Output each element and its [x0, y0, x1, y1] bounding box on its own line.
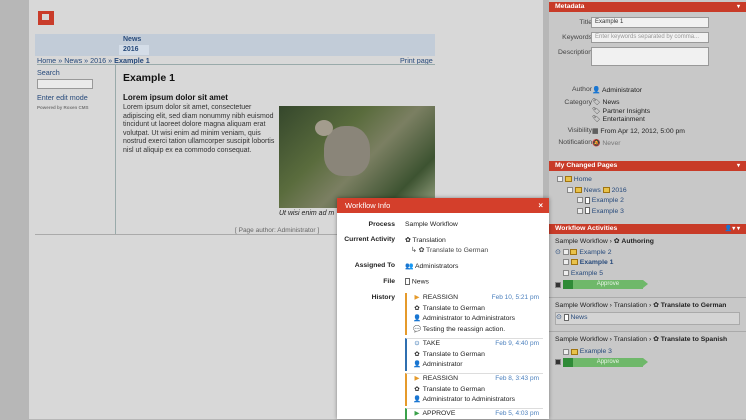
file-icon	[405, 278, 410, 285]
nav-tab-2016[interactable]: 2016	[119, 45, 149, 55]
history-entry: Feb 5, 4:03 pm ▶ APPROVE	[405, 408, 543, 420]
description-textarea[interactable]	[591, 47, 709, 66]
play-icon: ▶	[414, 294, 420, 301]
search-label: Search	[37, 68, 60, 77]
close-icon[interactable]: ×	[538, 198, 543, 213]
author-value: 👤 Administrator	[592, 87, 643, 94]
history-entry: Feb 9, 4:40 pm ⊙ TAKE ✿ Translate to Ger…	[405, 338, 543, 371]
metadata-header[interactable]: Metadata ▾	[549, 2, 746, 12]
workflow-activities-header[interactable]: Workflow Activities 👤▾ ▾	[549, 224, 746, 234]
approve-row-1: Approve	[555, 280, 740, 291]
workflow-info-dialog: Workflow Info × Process Sample Workflow Cu…	[337, 198, 549, 420]
site-logo[interactable]	[38, 11, 54, 25]
tree-item-home[interactable]: Home	[557, 175, 746, 186]
workflow-item-news[interactable]: ⊙ News	[555, 312, 740, 325]
folder-icon	[564, 176, 572, 183]
divider	[37, 64, 435, 65]
left-column: Search Enter edit mode Powered by Roxen …	[37, 68, 115, 110]
body-text: Lorem ipsum dolor sit amet, consectetuer…	[123, 104, 275, 154]
approve-row-2: Approve	[555, 357, 740, 369]
column-divider	[115, 64, 116, 234]
keywords-input[interactable]: Enter keywords separated by comma...	[591, 32, 709, 43]
powered-by: Powered by Roxen CMS	[37, 105, 89, 110]
page-author: [ Page author: Administrator ]	[235, 227, 320, 234]
approve-button[interactable]: Approve	[572, 280, 648, 289]
comment-icon: 💬	[413, 325, 422, 333]
changed-pages-header[interactable]: My Changed Pages ▾	[549, 161, 746, 171]
history-entry: Feb 8, 3:43 pm ▶ REASSIGN ✿ Translate to…	[405, 373, 543, 406]
changed-pages-tree: Home News 2016 Example 2 Example 3	[549, 171, 746, 217]
visibility-value: ▦ From Apr 12, 2012, 5:00 pm	[592, 128, 685, 135]
bell-off-icon: 🔕	[592, 140, 601, 147]
workflow-group-authoring: Sample Workflow › ✿ Authoring	[555, 238, 654, 245]
image-caption: Ut wisi enim ad m	[279, 210, 335, 217]
collapse-icon[interactable]: ▾	[737, 2, 740, 12]
tag-icon: 🏷 News	[592, 99, 620, 106]
document-icon	[584, 196, 590, 204]
page-title: Example 1	[123, 72, 175, 84]
approve-dropdown[interactable]	[562, 280, 573, 289]
workflow-item-example1[interactable]: Example 1	[555, 258, 740, 269]
category-list: 🏷 News 🏷 Partner Insights 🏷 Entertainmen…	[592, 99, 651, 123]
page-subtitle: Lorem ipsum dolor sit amet	[123, 93, 228, 102]
edit-mode-link[interactable]: Enter edit mode	[37, 93, 115, 102]
tree-item-news[interactable]: News 2016	[557, 186, 746, 197]
users-icon: 👥	[405, 263, 414, 270]
workflow-group-german: Sample Workflow › Translation › ✿ Transl…	[549, 296, 746, 312]
title-input[interactable]: Example 1	[591, 17, 709, 28]
navbar: News 2016	[35, 34, 435, 56]
koala-ear	[315, 120, 333, 136]
tree-item-example2[interactable]: Example 2	[557, 196, 746, 207]
notification-value: 🔕 Never	[592, 140, 621, 147]
workflow-group-spanish: Sample Workflow › Translation › ✿ Transl…	[549, 330, 746, 346]
koala-image	[279, 106, 435, 208]
history-entry: Feb 10, 5:21 pm ▶ REASSIGN ✿ Translate t…	[405, 293, 543, 335]
tree-item-example3[interactable]: Example 3	[557, 207, 746, 218]
koala-shape	[324, 126, 370, 176]
sidebar: Metadata ▾ Title Example 1 Keywords Enter…	[549, 0, 746, 419]
metadata-panel: Title Example 1 Keywords Enter keywords …	[549, 12, 746, 150]
nav-tab-news[interactable]: News	[119, 35, 149, 45]
workflow-item-example5[interactable]: Example 5	[555, 269, 740, 280]
workflow-item-example2[interactable]: ⊙ Example 2	[555, 248, 740, 259]
workflow-activities-panel: Sample Workflow › ✿ Authoring ⊙ Example …	[549, 234, 746, 372]
workflow-item-example3[interactable]: Example 3	[555, 347, 740, 358]
dialog-header: Workflow Info ×	[337, 198, 549, 213]
calendar-icon: ▦	[592, 128, 599, 135]
search-input[interactable]	[37, 79, 93, 89]
